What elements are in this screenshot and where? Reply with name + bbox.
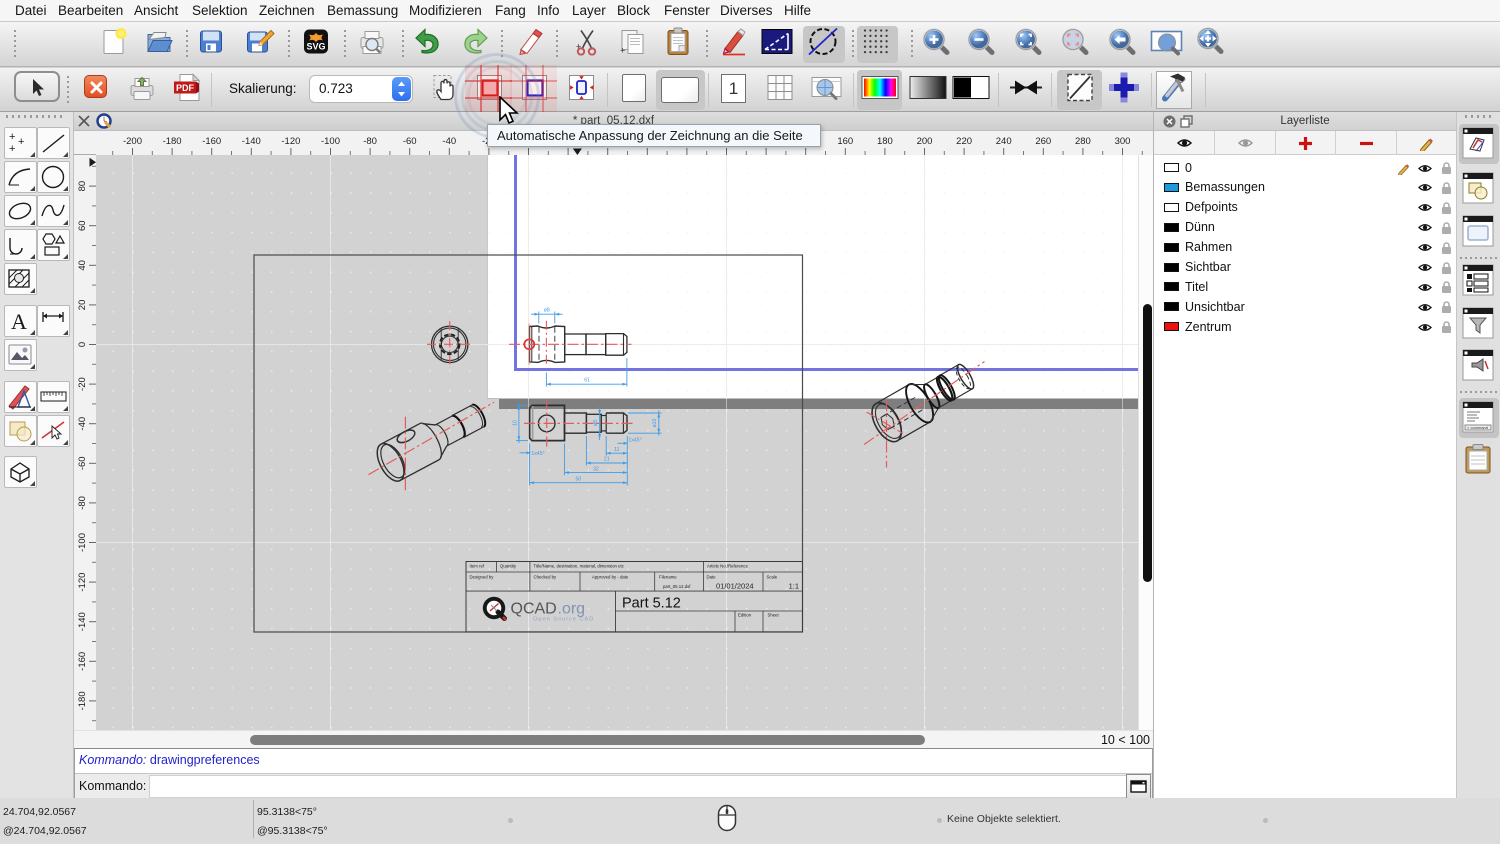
svg-text:160: 160 bbox=[837, 136, 853, 147]
svg-text:80: 80 bbox=[77, 181, 88, 192]
svg-text:QCAD: QCAD bbox=[511, 601, 557, 618]
svg-text:-60: -60 bbox=[403, 136, 417, 147]
svg-text:-40: -40 bbox=[442, 136, 456, 147]
svg-text:21: 21 bbox=[604, 457, 610, 463]
svg-text:1x45°: 1x45° bbox=[531, 451, 544, 457]
svg-text:ø10: ø10 bbox=[652, 418, 658, 427]
svg-text:40: 40 bbox=[77, 260, 88, 271]
svg-text:.org: .org bbox=[558, 601, 586, 618]
svg-text:ø8: ø8 bbox=[593, 420, 599, 426]
svg-text:Approved by - date: Approved by - date bbox=[592, 575, 629, 580]
svg-text:-100: -100 bbox=[321, 136, 340, 147]
svg-text:-200: -200 bbox=[123, 136, 142, 147]
svg-text:-140: -140 bbox=[77, 612, 88, 631]
svg-text:50: 50 bbox=[576, 476, 582, 482]
svg-text:1x45°: 1x45° bbox=[628, 438, 641, 444]
svg-text:Item ref: Item ref bbox=[470, 564, 485, 569]
svg-text:0: 0 bbox=[77, 342, 88, 347]
svg-text:> command: > command bbox=[1467, 425, 1488, 430]
svg-text:A: A bbox=[11, 309, 27, 334]
svg-text:-140: -140 bbox=[242, 136, 261, 147]
svg-text:+: + bbox=[18, 136, 24, 148]
svg-text:-160: -160 bbox=[77, 652, 88, 671]
svg-text:61: 61 bbox=[584, 378, 590, 384]
svg-text:Sheet: Sheet bbox=[768, 613, 780, 618]
svg-text:11: 11 bbox=[614, 447, 619, 453]
svg-text:Quantity: Quantity bbox=[500, 564, 517, 569]
svg-text:Edition: Edition bbox=[738, 613, 752, 618]
svg-text:200: 200 bbox=[917, 136, 933, 147]
svg-text:32: 32 bbox=[593, 466, 599, 472]
svg-text:ø8: ø8 bbox=[544, 308, 550, 314]
svg-text:220: 220 bbox=[956, 136, 972, 147]
svg-text:+: + bbox=[9, 143, 15, 155]
svg-text:-80: -80 bbox=[77, 496, 88, 510]
svg-text:-80: -80 bbox=[363, 136, 377, 147]
svg-text:+: + bbox=[9, 131, 15, 143]
svg-text:240: 240 bbox=[996, 136, 1012, 147]
svg-text:+: + bbox=[620, 46, 625, 56]
svg-text:10: 10 bbox=[512, 420, 518, 426]
svg-text:180: 180 bbox=[877, 136, 893, 147]
svg-text:20: 20 bbox=[77, 300, 88, 311]
svg-text:-40: -40 bbox=[77, 417, 88, 431]
svg-text:300: 300 bbox=[1115, 136, 1131, 147]
svg-text:60: 60 bbox=[77, 220, 88, 231]
svg-text:1:1: 1:1 bbox=[789, 582, 799, 591]
svg-text:Title/Name, destination, mater: Title/Name, destination, material, dimen… bbox=[534, 564, 625, 569]
svg-text:SVG: SVG bbox=[306, 42, 325, 52]
svg-text:260: 260 bbox=[1035, 136, 1051, 147]
svg-text:01/01/2024: 01/01/2024 bbox=[716, 582, 754, 591]
svg-text:+: + bbox=[576, 42, 581, 52]
svg-text:-60: -60 bbox=[77, 456, 88, 470]
svg-text:-20: -20 bbox=[77, 377, 88, 391]
svg-text:-160: -160 bbox=[202, 136, 221, 147]
svg-text:280: 280 bbox=[1075, 136, 1091, 147]
svg-text:PDF: PDF bbox=[176, 83, 195, 93]
svg-text:Filename: Filename bbox=[659, 575, 677, 580]
svg-text:Part 5.12: Part 5.12 bbox=[622, 596, 681, 612]
svg-text:-100: -100 bbox=[77, 533, 88, 552]
svg-text:Date: Date bbox=[707, 575, 717, 580]
svg-text:Checked by: Checked by bbox=[534, 575, 558, 580]
svg-text:Open Source CAD: Open Source CAD bbox=[533, 617, 594, 623]
svg-text:Article No./Reference: Article No./Reference bbox=[707, 564, 748, 569]
svg-text:Scale: Scale bbox=[767, 575, 778, 580]
svg-text:part_05.12.dxf: part_05.12.dxf bbox=[663, 584, 691, 589]
svg-text:-120: -120 bbox=[281, 136, 300, 147]
svg-text:Designed by: Designed by bbox=[470, 575, 495, 580]
svg-text:-180: -180 bbox=[163, 136, 182, 147]
svg-text:-180: -180 bbox=[77, 691, 88, 710]
svg-text:-120: -120 bbox=[77, 573, 88, 592]
